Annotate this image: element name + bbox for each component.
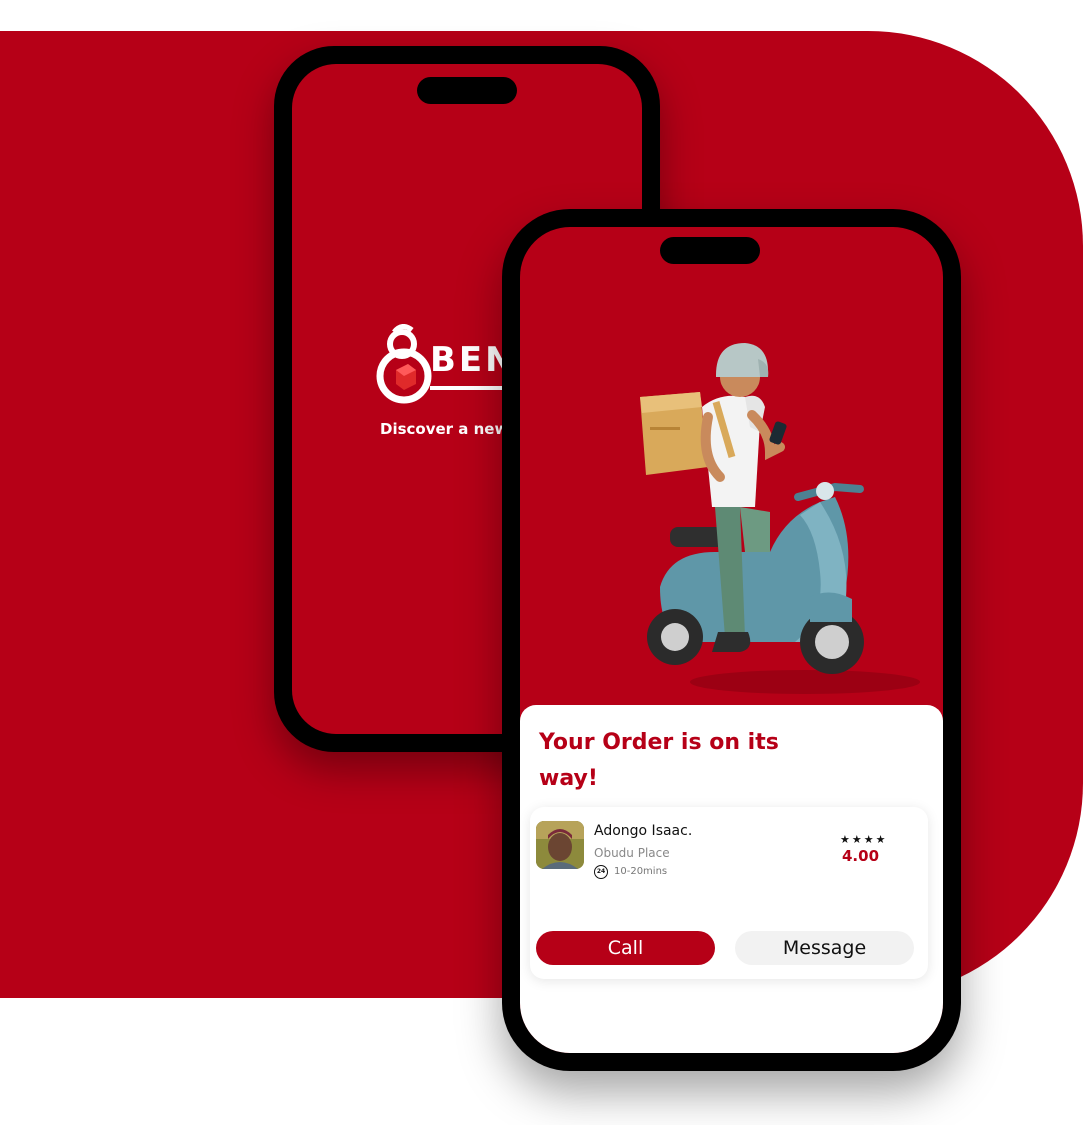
- avatar-portrait: [536, 821, 584, 869]
- clock-24-icon: 24: [594, 865, 608, 879]
- dynamic-island: [660, 237, 760, 264]
- message-button[interactable]: Message: [735, 931, 914, 965]
- call-button[interactable]: Call: [536, 931, 715, 965]
- order-status-sheet: Your Order is on its way! Adongo Isaac. …: [520, 705, 943, 1053]
- driver-rating: 4.00: [842, 847, 880, 865]
- tracking-screen: Your Order is on its way! Adongo Isaac. …: [520, 227, 943, 1053]
- delivery-rider-illustration: [640, 343, 920, 694]
- driver-avatar: [536, 821, 584, 869]
- logo-underline: [430, 386, 510, 390]
- rating-stars-icon: ★★★★: [840, 833, 888, 846]
- driver-name: Adongo Isaac.: [594, 823, 693, 839]
- driver-card: Adongo Isaac. Obudu Place 24 10-20mins ★…: [530, 807, 928, 979]
- phone-tracking-mockup: Your Order is on its way! Adongo Isaac. …: [502, 209, 961, 1071]
- bag-logo-icon: [376, 324, 432, 404]
- driver-location: Obudu Place: [594, 846, 670, 860]
- eta-text: 10-20mins: [614, 866, 668, 877]
- order-status-title: Your Order is on its way!: [539, 730, 779, 791]
- splash-tagline: Discover a new: [380, 420, 509, 438]
- dynamic-island: [417, 77, 517, 104]
